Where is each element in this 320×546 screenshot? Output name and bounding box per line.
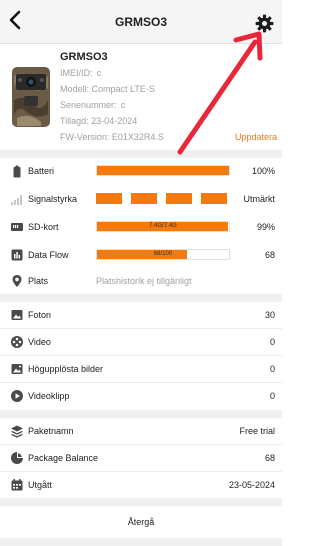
section-divider	[0, 410, 282, 418]
hires-images-count: 0	[269, 364, 275, 374]
package-name-value: Free trial	[239, 426, 275, 436]
video-clips-label: Videoklipp	[28, 391, 70, 401]
location-value: Platshistorik ej tillgänligt	[96, 276, 192, 286]
signal-label: Signalstyrka	[28, 194, 78, 204]
location-label: Plats	[28, 276, 49, 286]
sd-card-label: SD-kort	[28, 222, 59, 232]
signal-row: Signalstyrka Utmärkt	[0, 186, 282, 212]
battery-row: Batteri 100%	[0, 158, 282, 184]
serial-text: Serienummer: с	[60, 100, 126, 110]
signal-value: Utmärkt	[243, 194, 276, 204]
sd-card-bar: 7.4G/7.4G	[96, 221, 230, 232]
model-text: Modell: Compact LTE-S	[60, 84, 155, 94]
photos-count: 30	[264, 310, 275, 320]
firmware-text: FW-Version: E01X32R4.S	[60, 132, 164, 142]
sd-card-bar-text: 7.4G/7.4G	[149, 223, 177, 229]
section-divider	[0, 498, 282, 506]
battery-bar-fill	[97, 166, 229, 175]
location-pin-icon	[12, 275, 22, 287]
location-row[interactable]: Plats Platshistorik ej tillgänligt	[0, 268, 282, 294]
camera-thumbnail	[12, 67, 50, 127]
hires-images-label: Högupplösta bilder	[28, 364, 104, 374]
package-balance-label: Package Balance	[28, 453, 99, 463]
signal-segment	[131, 193, 157, 204]
hd-image-icon	[11, 364, 23, 374]
play-circle-icon	[11, 390, 23, 402]
photos-row[interactable]: Foton 30	[0, 302, 282, 328]
video-row[interactable]: Video 0	[0, 329, 282, 355]
added-date-text: Tillagd: 23-04-2024	[60, 116, 138, 126]
data-flow-bar: 68/100	[96, 249, 230, 260]
video-clips-row[interactable]: Videoklipp 0	[0, 383, 282, 409]
calendar-icon	[11, 479, 23, 491]
video-label: Video	[28, 337, 51, 347]
data-flow-icon	[11, 249, 23, 261]
signal-segment	[96, 193, 122, 204]
sd-card-icon	[11, 223, 23, 231]
layers-icon	[11, 425, 23, 438]
battery-label: Batteri	[28, 166, 55, 176]
data-flow-row: Data Flow 68/100 68	[0, 242, 282, 268]
expiry-label: Utgått	[28, 480, 53, 490]
sd-card-value: 99%	[256, 222, 275, 232]
battery-bar	[96, 165, 230, 176]
settings-button[interactable]	[255, 14, 274, 33]
package-balance-row: Package Balance 68	[0, 445, 282, 471]
signal-segment	[166, 193, 192, 204]
sd-card-row: SD-kort 7.4G/7.4G 99%	[0, 214, 282, 240]
hires-images-row[interactable]: Högupplösta bilder 0	[0, 356, 282, 382]
image-icon	[11, 310, 23, 320]
package-name-label: Paketnamn	[28, 426, 74, 436]
battery-value: 100%	[251, 166, 275, 176]
return-button[interactable]: Återgå	[0, 508, 282, 536]
bottom-strip	[0, 538, 282, 546]
signal-bars-icon	[11, 195, 22, 205]
signal-segment	[201, 193, 227, 204]
gear-icon	[255, 14, 274, 33]
video-count: 0	[269, 337, 275, 347]
expiry-row: Utgått 23-05-2024	[0, 472, 282, 498]
video-clips-count: 0	[269, 391, 275, 401]
pie-chart-icon	[11, 452, 23, 464]
device-card: GRMSO3 IMEI/ID: с Modell: Compact LTE-S …	[0, 44, 282, 150]
film-reel-icon	[11, 336, 23, 348]
data-flow-value: 68	[264, 250, 275, 260]
photos-label: Foton	[28, 310, 52, 320]
device-name: GRMSO3	[60, 51, 108, 63]
data-flow-label: Data Flow	[28, 250, 69, 260]
top-bar: GRMSO3	[0, 0, 282, 44]
imei-text: IMEI/ID: с	[60, 68, 102, 78]
package-balance-value: 68	[264, 453, 275, 463]
section-divider	[0, 294, 282, 302]
battery-icon	[13, 165, 21, 178]
package-name-row: Paketnamn Free trial	[0, 418, 282, 444]
section-divider	[0, 150, 282, 158]
update-firmware-link[interactable]: Uppdatera	[235, 132, 277, 142]
data-flow-bar-text: 68/100	[153, 251, 173, 257]
expiry-value: 23-05-2024	[228, 480, 275, 490]
page-title: GRMSO3	[114, 15, 167, 29]
